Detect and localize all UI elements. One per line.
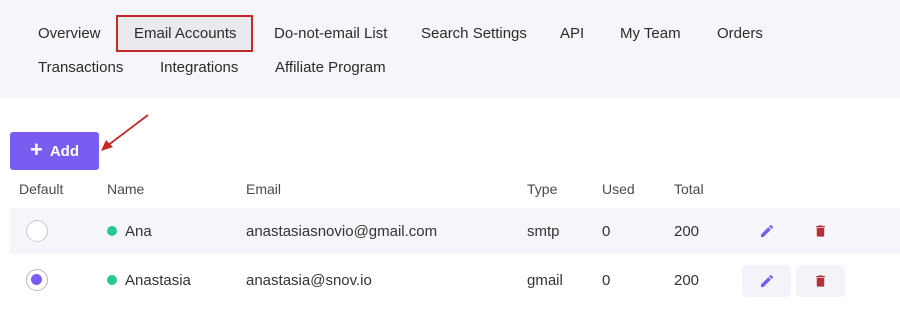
settings-tabs-bar: Overview Email Accounts Do-not-email Lis…	[0, 0, 900, 98]
status-dot	[107, 226, 117, 236]
account-name: Ana	[125, 223, 152, 240]
edit-button[interactable]	[742, 265, 791, 297]
account-email: anastasia@snov.io	[246, 272, 372, 289]
status-dot	[107, 275, 117, 285]
tab-search-settings[interactable]: Search Settings	[421, 25, 527, 42]
column-header-default: Default	[19, 181, 64, 197]
edit-button[interactable]	[742, 215, 791, 247]
tab-api[interactable]: API	[560, 25, 584, 42]
account-total: 200	[674, 272, 700, 289]
trash-icon	[816, 225, 825, 237]
delete-button[interactable]	[796, 265, 845, 297]
default-radio[interactable]	[26, 269, 48, 291]
column-header-name: Name	[107, 181, 145, 197]
account-type: smtp	[527, 223, 560, 240]
table-row: Anastasia anastasia@snov.io gmail 0 200	[10, 257, 900, 303]
account-email: anastasiasnovio@gmail.com	[246, 223, 438, 240]
tab-integrations[interactable]: Integrations	[160, 59, 238, 76]
pencil-icon	[760, 274, 773, 287]
column-header-total: Total	[674, 181, 704, 197]
column-header-email: Email	[246, 181, 282, 197]
add-button-label: Add	[49, 142, 80, 160]
account-used: 0	[602, 272, 611, 289]
tab-orders[interactable]: Orders	[717, 25, 763, 42]
tab-email-accounts[interactable]: Email Accounts	[134, 25, 237, 42]
delete-button[interactable]	[796, 215, 845, 247]
tab-transactions[interactable]: Transactions	[38, 59, 123, 76]
account-used: 0	[602, 223, 611, 240]
column-header-used: Used	[602, 181, 635, 197]
default-radio[interactable]	[26, 220, 48, 242]
tab-affiliate-program[interactable]: Affiliate Program	[275, 59, 386, 76]
trash-icon	[816, 275, 825, 287]
account-type: gmail	[527, 272, 563, 289]
plus-icon: +	[29, 136, 43, 162]
column-header-type: Type	[527, 181, 558, 197]
tab-overview[interactable]: Overview	[38, 25, 101, 42]
add-account-button[interactable]: + Add	[10, 132, 99, 170]
pencil-icon	[760, 224, 773, 237]
annotation-arrow-icon	[101, 114, 149, 151]
account-total: 200	[674, 223, 700, 240]
table-row: Ana anastasiasnovio@gmail.com smtp 0 200	[10, 208, 900, 254]
tab-my-team[interactable]: My Team	[620, 25, 681, 42]
account-name: Anastasia	[125, 272, 191, 289]
tab-do-not-email-list[interactable]: Do-not-email List	[274, 25, 387, 42]
